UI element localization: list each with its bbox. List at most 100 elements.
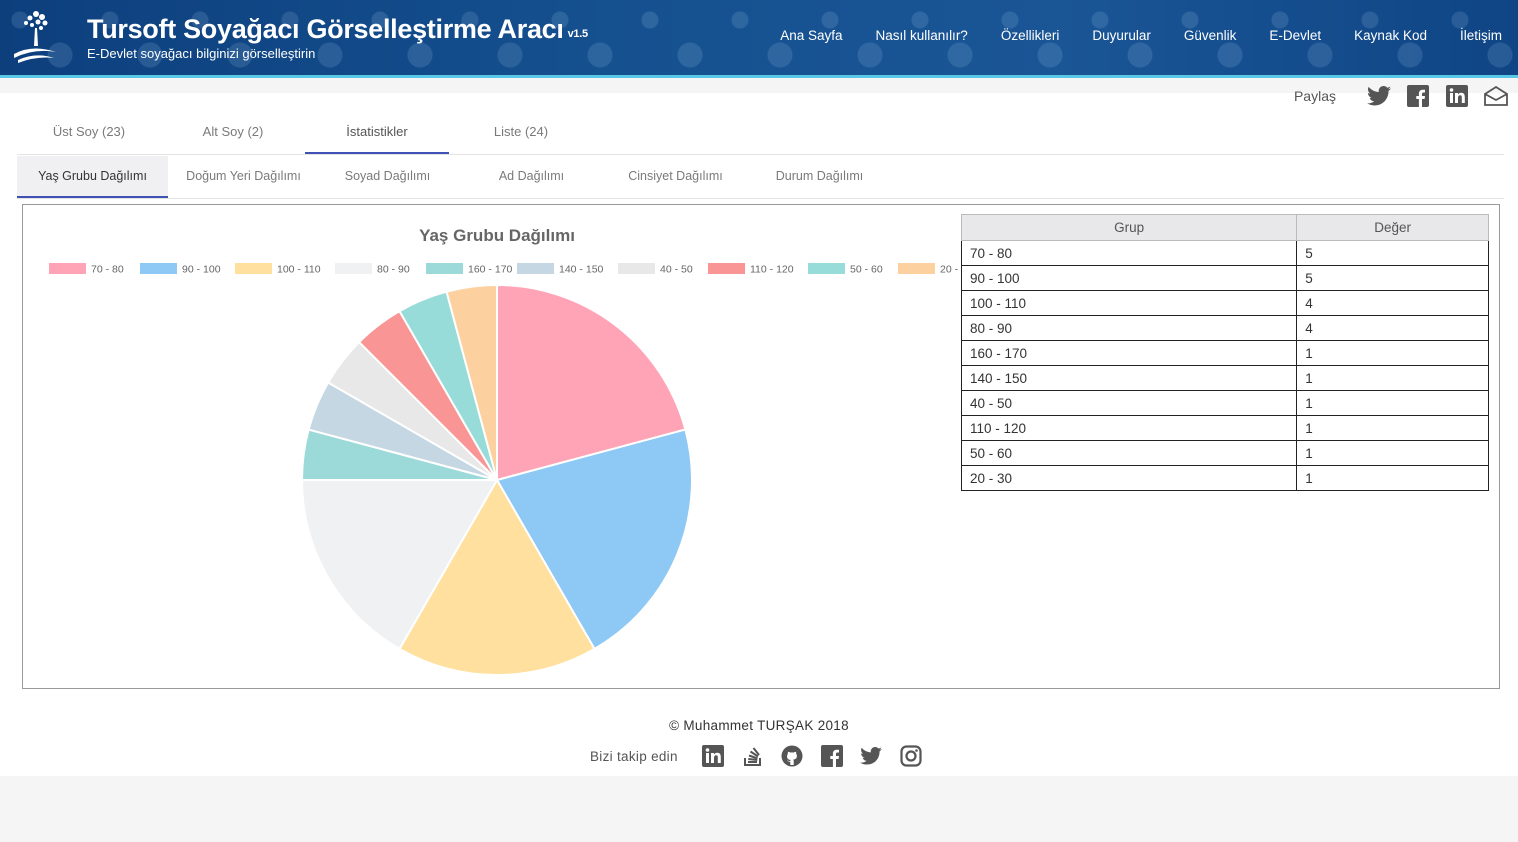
version-badge: v1.5 <box>567 27 589 40</box>
tree-logo-icon[interactable] <box>12 8 58 64</box>
legend-label[interactable]: 20 - 30 <box>940 264 958 276</box>
site-title-text: Tursoft Soyağacı Görselleştirme Aracı <box>87 14 564 44</box>
legend-label[interactable]: 110 - 120 <box>750 264 794 276</box>
site-subtitle: E-Devlet soyağacı bilginizi görselleştir… <box>87 46 316 61</box>
subtab-birthplace[interactable]: Doğum Yeri Dağılımı <box>168 156 319 198</box>
site-header: Tursoft Soyağacı Görselleştirme Aracı v1.… <box>0 0 1518 78</box>
main-nav: Ana Sayfa Nasıl kullanılır? Özellikleri … <box>747 28 1502 43</box>
linkedin-icon[interactable] <box>1445 84 1469 108</box>
footer-social: Bizi takip edin <box>590 744 923 768</box>
legend-label[interactable]: 90 - 100 <box>182 264 221 276</box>
stackoverflow-icon[interactable] <box>741 744 765 768</box>
subtab-status[interactable]: Durum Dağılımı <box>744 156 895 198</box>
table-row: 100 - 110 4 <box>960 290 1489 316</box>
pie-slices <box>300 283 693 676</box>
site-title[interactable]: Tursoft Soyağacı Görselleştirme Aracı v1.… <box>87 14 588 45</box>
table-cell-value: 1 <box>1296 440 1489 466</box>
facebook-icon[interactable] <box>820 744 844 768</box>
legend-label[interactable]: 140 - 150 <box>559 264 604 276</box>
email-icon[interactable] <box>1484 84 1508 108</box>
legend-label[interactable]: 80 - 90 <box>377 264 410 276</box>
instagram-icon[interactable] <box>899 744 923 768</box>
nav-source-code[interactable]: Kaynak Kod <box>1354 28 1427 43</box>
nav-contact[interactable]: İletişim <box>1460 28 1502 43</box>
table-row: 140 - 150 1 <box>960 365 1489 391</box>
main-tabs: Üst Soy (23) Alt Soy (2) İstatistikler L… <box>17 116 1504 155</box>
table-header-row: Grup Değer <box>960 214 1489 241</box>
tab-ust-soy[interactable]: Üst Soy (23) <box>17 116 161 154</box>
stat-subtabs: Yaş Grubu Dağılımı Doğum Yeri Dağılımı S… <box>17 156 1504 199</box>
pie-chart: Yaş Grubu Dağılımı 70 - 80 90 - 100 100 - … <box>49 226 958 676</box>
table-cell-group: 20 - 30 <box>960 465 1298 491</box>
data-table: Grup Değer 70 - 80 5 90 - 100 5 100 - 110 4 80… <box>960 214 1489 491</box>
table-cell-value: 5 <box>1296 240 1489 266</box>
table-cell-group: 70 - 80 <box>960 240 1298 266</box>
table-row: 70 - 80 5 <box>960 240 1489 266</box>
table-cell-value: 1 <box>1296 465 1489 491</box>
nav-features[interactable]: Özellikleri <box>1001 28 1060 43</box>
table-row: 160 - 170 1 <box>960 340 1489 366</box>
nav-how-to[interactable]: Nasıl kullanılır? <box>876 28 968 43</box>
table-cell-value: 4 <box>1296 290 1489 316</box>
legend-label[interactable]: 100 - 110 <box>277 264 321 276</box>
table-header-group[interactable]: Grup <box>960 214 1298 241</box>
legend-label[interactable]: 70 - 80 <box>91 264 124 276</box>
legend-swatch[interactable] <box>140 263 177 274</box>
tab-istatistikler[interactable]: İstatistikler <box>305 116 449 154</box>
table-row: 20 - 30 1 <box>960 465 1489 491</box>
table-row: 40 - 50 1 <box>960 390 1489 416</box>
table-cell-value: 1 <box>1296 415 1489 441</box>
table-row: 90 - 100 5 <box>960 265 1489 291</box>
tab-liste[interactable]: Liste (24) <box>449 116 593 154</box>
facebook-icon[interactable] <box>1406 84 1430 108</box>
table-cell-value: 5 <box>1296 265 1489 291</box>
table-cell-group: 80 - 90 <box>960 315 1298 341</box>
chart-legend: 70 - 80 90 - 100 100 - 110 80 - 90 160 - 170… <box>49 263 958 276</box>
subtab-surname[interactable]: Soyad Dağılımı <box>312 156 463 198</box>
tab-alt-soy[interactable]: Alt Soy (2) <box>161 116 305 154</box>
legend-swatch[interactable] <box>426 263 463 274</box>
table-cell-group: 50 - 60 <box>960 440 1298 466</box>
twitter-icon[interactable] <box>859 744 883 768</box>
legend-swatch[interactable] <box>235 263 272 274</box>
table-body: 70 - 80 5 90 - 100 5 100 - 110 4 80 - 90 4 160 -… <box>960 240 1489 491</box>
legend-swatch[interactable] <box>898 263 935 274</box>
nav-edevlet[interactable]: E-Devlet <box>1269 28 1321 43</box>
table-row: 50 - 60 1 <box>960 440 1489 466</box>
legend-label[interactable]: 160 - 170 <box>468 264 513 276</box>
nav-announcements[interactable]: Duyurular <box>1092 28 1151 43</box>
table-cell-value: 1 <box>1296 340 1489 366</box>
table-cell-value: 1 <box>1296 365 1489 391</box>
table-cell-group: 140 - 150 <box>960 365 1298 391</box>
legend-swatch[interactable] <box>49 263 86 274</box>
follow-label: Bizi takip edin <box>590 748 678 764</box>
nav-home[interactable]: Ana Sayfa <box>780 28 842 43</box>
legend-label[interactable]: 40 - 50 <box>660 264 693 276</box>
legend-swatch[interactable] <box>618 263 655 274</box>
share-label: Paylaş <box>1293 88 1336 104</box>
share-bar: Paylaş <box>1294 84 1508 108</box>
twitter-icon[interactable] <box>1367 84 1391 108</box>
legend-swatch[interactable] <box>517 263 554 274</box>
nav-security[interactable]: Güvenlik <box>1184 28 1237 43</box>
table-cell-group: 110 - 120 <box>960 415 1298 441</box>
table-cell-group: 40 - 50 <box>960 390 1298 416</box>
chart-title: Yaş Grubu Dağılımı <box>419 226 575 245</box>
subtab-gender[interactable]: Cinsiyet Dağılımı <box>600 156 751 198</box>
footer-copyright: © Muhammet TURŞAK 2018 <box>669 718 849 733</box>
subtab-age-group[interactable]: Yaş Grubu Dağılımı <box>17 156 168 198</box>
github-icon[interactable] <box>780 744 804 768</box>
chart-panel: Yaş Grubu Dağılımı 70 - 80 90 - 100 100 - … <box>22 204 1500 689</box>
table-header-value[interactable]: Değer <box>1296 214 1489 241</box>
table-row: 80 - 90 4 <box>960 315 1489 341</box>
subtab-name[interactable]: Ad Dağılımı <box>456 156 607 198</box>
legend-swatch[interactable] <box>335 263 372 274</box>
legend-label[interactable]: 50 - 60 <box>850 264 883 276</box>
table-cell-group: 100 - 110 <box>960 290 1298 316</box>
table-cell-group: 160 - 170 <box>960 340 1298 366</box>
table-cell-value: 1 <box>1296 390 1489 416</box>
linkedin-icon[interactable] <box>701 744 725 768</box>
legend-swatch[interactable] <box>708 263 745 274</box>
legend-swatch[interactable] <box>808 263 845 274</box>
table-row: 110 - 120 1 <box>960 415 1489 441</box>
